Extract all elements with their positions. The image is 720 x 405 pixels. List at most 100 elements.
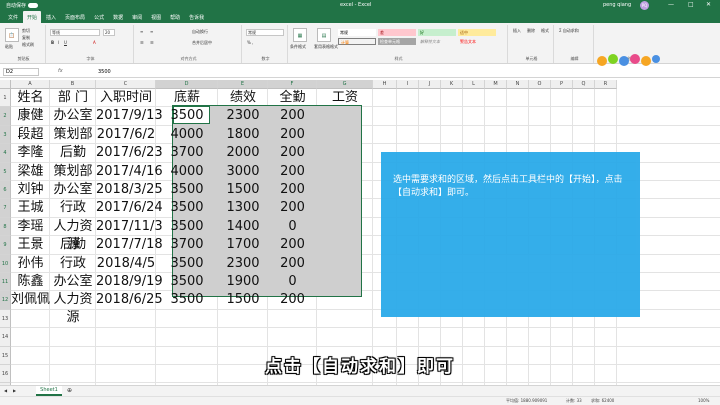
merge-center-button[interactable]: 合并后居中 — [192, 40, 212, 46]
row-header[interactable]: 4 — [0, 144, 11, 163]
table-cell[interactable]: 2018/4/5 — [96, 255, 156, 273]
row-header[interactable]: 12 — [0, 291, 11, 310]
font-size-select[interactable]: 20 — [103, 29, 115, 36]
font-name-select[interactable]: 等线 — [50, 29, 100, 36]
header-cell[interactable]: 绩效 — [218, 89, 268, 107]
table-format-icon[interactable]: ▤ — [317, 28, 331, 42]
column-header[interactable]: K — [441, 80, 463, 89]
column-header[interactable]: O — [529, 80, 551, 89]
row-header[interactable]: 9 — [0, 236, 11, 255]
table-cell[interactable]: 3500 — [156, 291, 218, 309]
close-button[interactable]: ✕ — [706, 1, 711, 8]
zoom-level[interactable]: 100% — [698, 398, 709, 403]
cut-button[interactable]: 剪切 — [22, 28, 30, 34]
sheet-tab[interactable]: Sheet1 — [36, 386, 62, 396]
italic-button[interactable]: I — [58, 40, 59, 45]
table-cell[interactable]: 3500 — [156, 181, 218, 199]
style-warning[interactable]: 警告文本 — [458, 38, 496, 45]
table-cell[interactable] — [317, 181, 373, 199]
ribbon-tab[interactable]: 数据 — [109, 11, 127, 23]
table-cell[interactable]: 200 — [268, 163, 317, 181]
autosum-button[interactable]: Σ 自动求和 — [559, 28, 579, 34]
table-cell[interactable]: 3700 — [156, 144, 218, 162]
column-header[interactable]: M — [485, 80, 507, 89]
table-cell[interactable] — [317, 163, 373, 181]
conditional-format-icon[interactable]: ▦ — [293, 28, 307, 42]
column-header[interactable]: B — [50, 80, 96, 89]
fx-icon[interactable]: fx — [58, 68, 63, 74]
row-header[interactable]: 6 — [0, 181, 11, 200]
column-header[interactable]: F — [268, 80, 317, 89]
table-format-button[interactable]: 套用表格格式 — [314, 44, 338, 50]
table-cell[interactable]: 办公室 — [50, 181, 96, 199]
add-sheet-icon[interactable]: ⊕ — [67, 387, 72, 394]
table-cell[interactable]: 200 — [268, 126, 317, 144]
table-cell[interactable] — [317, 218, 373, 236]
table-cell[interactable]: 200 — [268, 255, 317, 273]
row-header[interactable]: 8 — [0, 217, 11, 237]
table-cell[interactable]: 200 — [268, 236, 317, 254]
ribbon-tab[interactable]: 告诉我 — [185, 11, 208, 23]
avatar[interactable]: PQ — [640, 1, 649, 10]
table-cell[interactable] — [317, 126, 373, 144]
bold-button[interactable]: B — [51, 40, 54, 45]
ribbon-tab[interactable]: 页面布局 — [61, 11, 89, 23]
column-header[interactable]: R — [595, 80, 617, 89]
header-cell[interactable]: 姓名 — [11, 89, 50, 107]
ribbon-tab[interactable]: 审阅 — [128, 11, 146, 23]
table-cell[interactable]: 人力资源 — [50, 218, 96, 252]
select-all-corner[interactable] — [0, 80, 11, 89]
table-cell[interactable] — [317, 107, 373, 125]
align-middle-icon[interactable]: ≡ — [150, 29, 153, 34]
style-explanatory[interactable]: 解释性文本 — [418, 38, 456, 45]
insert-cells-button[interactable]: 插入 — [513, 28, 521, 34]
table-cell[interactable]: 1800 — [218, 126, 268, 144]
align-top-icon[interactable]: ≡ — [140, 29, 143, 34]
table-cell[interactable]: 2017/9/13 — [96, 107, 163, 125]
copy-button[interactable]: 复制 — [22, 35, 30, 41]
row-header[interactable]: 7 — [0, 199, 11, 218]
style-bad[interactable]: 差 — [378, 29, 416, 36]
table-cell[interactable]: 2017/11/3 — [96, 218, 163, 236]
table-cell[interactable]: 2018/9/19 — [96, 273, 163, 291]
ribbon-tab[interactable]: 帮助 — [166, 11, 184, 23]
table-cell[interactable]: 2017/6/24 — [96, 199, 163, 217]
table-cell[interactable]: 2000 — [218, 144, 268, 162]
header-cell[interactable]: 底薪 — [156, 89, 218, 107]
table-cell[interactable]: 2017/6/2 — [96, 126, 156, 144]
header-cell[interactable]: 全勤 — [268, 89, 317, 107]
format-painter-button[interactable]: 格式刷 — [22, 42, 34, 48]
conditional-format-button[interactable]: 条件格式 — [290, 44, 306, 50]
table-cell[interactable] — [317, 144, 373, 162]
table-cell[interactable]: 刘钟 — [11, 181, 50, 199]
table-cell[interactable]: 陈鑫 — [11, 273, 50, 291]
table-cell[interactable]: 1400 — [218, 218, 268, 236]
table-cell[interactable]: 3500 — [156, 255, 218, 273]
row-header[interactable]: 1 — [0, 89, 11, 108]
minimize-button[interactable]: — — [668, 1, 674, 8]
table-cell[interactable]: 策划部 — [50, 163, 96, 181]
table-cell[interactable]: 后勤 — [50, 144, 96, 162]
header-cell[interactable]: 工资 — [317, 89, 373, 107]
style-calculation[interactable]: 计算 — [338, 38, 376, 45]
table-cell[interactable]: 200 — [268, 107, 317, 125]
underline-button[interactable]: U — [64, 40, 67, 45]
table-cell[interactable]: 办公室 — [50, 107, 96, 125]
currency-icon[interactable]: % , — [247, 40, 253, 45]
table-cell[interactable]: 200 — [268, 181, 317, 199]
table-cell[interactable]: 李隆 — [11, 144, 50, 162]
column-header[interactable]: G — [317, 80, 373, 89]
table-cell[interactable]: 梁雄 — [11, 163, 50, 181]
column-header[interactable]: J — [419, 80, 441, 89]
table-cell[interactable]: 行政 — [50, 255, 96, 273]
table-cell[interactable]: 1500 — [218, 181, 268, 199]
table-cell[interactable]: 行政 — [50, 199, 96, 217]
name-box[interactable]: D2 — [3, 68, 39, 76]
table-cell[interactable]: 后勤 — [50, 236, 96, 254]
column-header[interactable]: C — [96, 80, 156, 89]
maximize-button[interactable]: □ — [688, 1, 694, 8]
table-cell[interactable]: 200 — [268, 144, 317, 162]
table-cell[interactable]: 4000 — [156, 163, 218, 181]
ribbon-tab[interactable]: 文件 — [4, 11, 22, 23]
style-neutral[interactable]: 适中 — [458, 29, 496, 36]
